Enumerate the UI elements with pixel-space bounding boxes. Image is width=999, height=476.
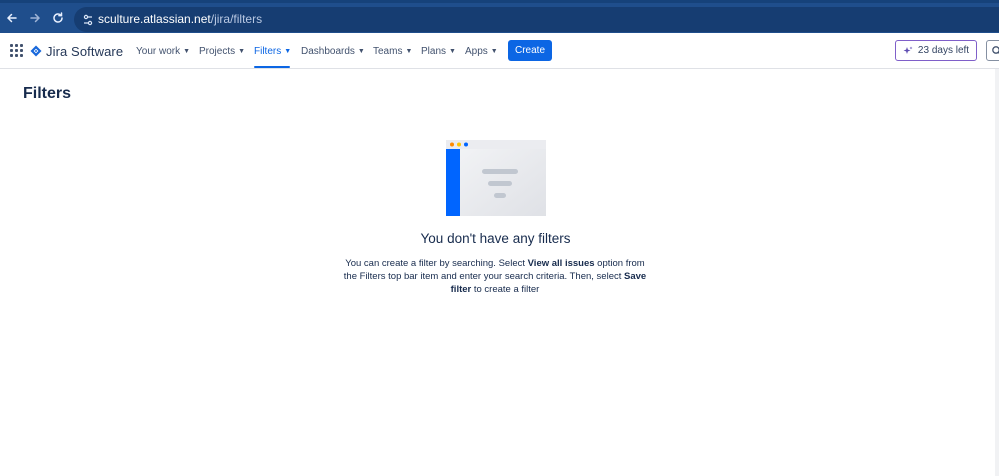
reload-button[interactable] [49, 10, 67, 28]
desc-text: You can create a filter by searching. Se… [345, 258, 528, 269]
view-all-issues-text: View all issues [527, 258, 595, 269]
url-path: /jira/filters [210, 12, 263, 26]
nav-label: Filters [254, 45, 282, 57]
top-navigation: Jira Software Your work ▼ Projects ▼ Filte… [0, 33, 999, 69]
chevron-down-icon: ▼ [405, 47, 413, 55]
nav-projects[interactable]: Projects ▼ [199, 33, 245, 69]
nav-dashboards[interactable]: Dashboards ▼ [301, 33, 365, 69]
arrow-left-icon [6, 13, 17, 23]
product-name: Jira Software [46, 43, 124, 59]
desc-text: to create a filter [471, 284, 540, 295]
forward-button[interactable] [26, 10, 44, 28]
nav-plans[interactable]: Plans ▼ [421, 33, 456, 69]
page-title: Filters [23, 85, 72, 102]
nav-your-work[interactable]: Your work ▼ [136, 33, 190, 69]
chevron-down-icon: ▼ [490, 47, 498, 55]
search-icon [992, 46, 999, 54]
tune-icon[interactable] [80, 12, 96, 28]
chevron-down-icon: ▼ [357, 47, 365, 55]
jira-logo[interactable]: Jira Software [30, 42, 123, 60]
arrow-right-icon [30, 13, 41, 23]
nav-label: Your work [136, 45, 181, 57]
nav-apps[interactable]: Apps ▼ [465, 33, 498, 69]
nav-teams[interactable]: Teams ▼ [373, 33, 412, 69]
app-switcher-icon[interactable] [10, 44, 23, 57]
nav-label: Projects [199, 45, 236, 57]
chevron-down-icon: ▼ [284, 47, 292, 55]
nav-label: Plans [421, 45, 447, 57]
page-scrollbar[interactable] [995, 69, 999, 476]
address-bar[interactable]: sculture.atlassian.net/jira/filters [74, 7, 999, 32]
nav-label: Teams [373, 45, 403, 57]
chevron-down-icon: ▼ [449, 47, 456, 55]
trial-days-button[interactable]: 23 days left [895, 40, 977, 61]
nav-filters[interactable]: Filters ▼ [254, 33, 292, 69]
browser-toolbar: sculture.atlassian.net/jira/filters [0, 0, 999, 33]
create-button[interactable]: Create [508, 40, 552, 61]
trial-label: 23 days left [917, 45, 970, 56]
nav-label: Dashboards [301, 45, 355, 57]
search-button[interactable] [986, 40, 999, 61]
chevron-down-icon: ▼ [238, 47, 246, 55]
back-button[interactable] [3, 10, 21, 28]
jira-diamond-icon [30, 45, 42, 57]
reload-icon [53, 12, 63, 23]
empty-filters-illustration [446, 140, 546, 216]
empty-state-title: You don't have any filters [420, 231, 571, 246]
sparkle-icon [903, 46, 913, 54]
empty-state-description: You can create a filter by searching. Se… [340, 257, 650, 296]
url-host: sculture.atlassian.net [98, 12, 211, 26]
url-text: sculture.atlassian.net/jira/filters [98, 12, 262, 26]
chevron-down-icon: ▼ [183, 47, 191, 55]
nav-label: Apps [465, 45, 488, 57]
